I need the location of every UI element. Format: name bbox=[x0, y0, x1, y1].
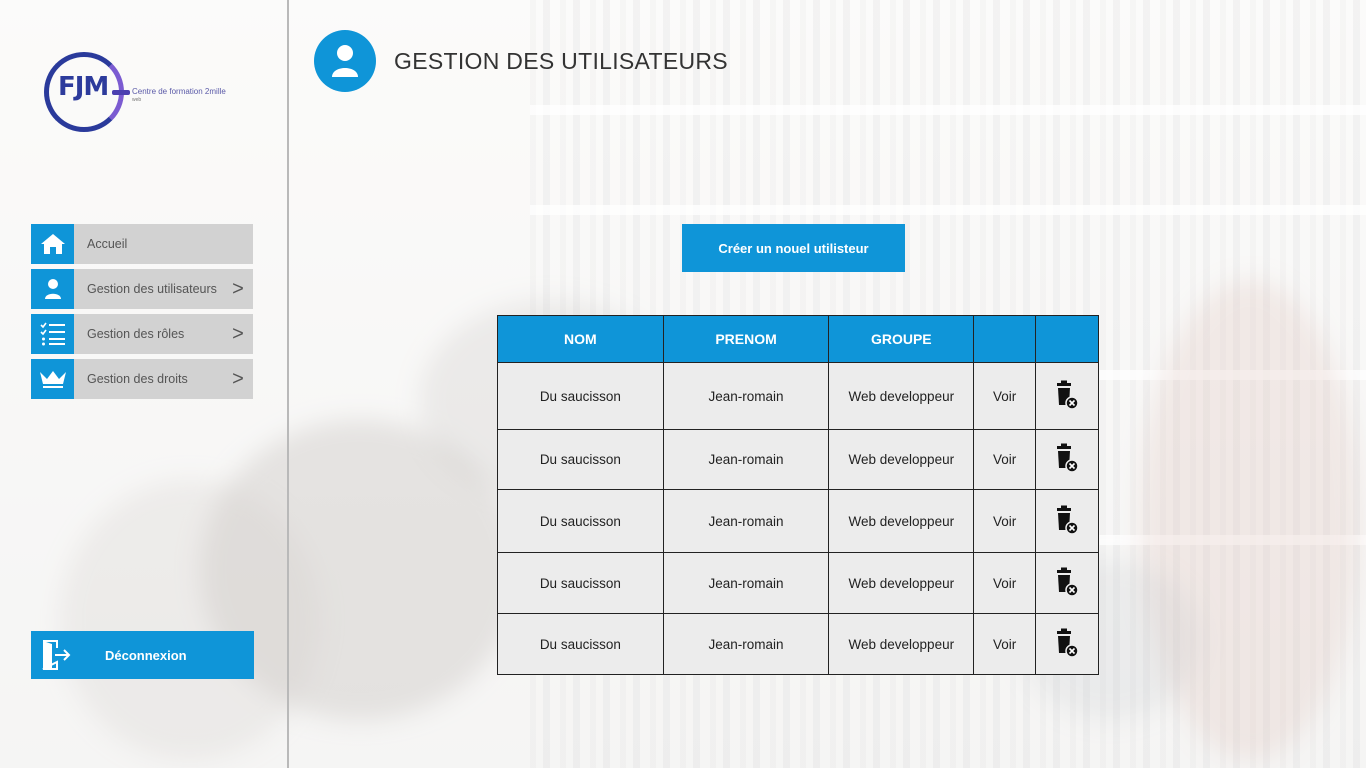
cell-groupe: Web developpeur bbox=[828, 362, 975, 430]
sidebar-item-label: Gestion des rôles bbox=[87, 327, 185, 341]
trash-delete-icon[interactable] bbox=[1054, 380, 1080, 413]
column-header-delete bbox=[1035, 315, 1099, 363]
sidebar-item-accueil[interactable]: Accueil bbox=[31, 224, 253, 264]
sidebar-item-label: Gestion des droits bbox=[87, 372, 188, 386]
trash-delete-icon[interactable] bbox=[1054, 443, 1080, 476]
logo-letters: FJM bbox=[58, 72, 109, 102]
cell-prenom: Jean-romain bbox=[662, 552, 830, 614]
sidebar-nav: Accueil Gestion des utilisateurs > Gesti… bbox=[31, 224, 253, 404]
chevron-right-icon: > bbox=[232, 322, 244, 345]
table-header-row: NOM PRENOM GROUPE bbox=[497, 315, 1099, 363]
cell-groupe: Web developpeur bbox=[828, 552, 975, 614]
delete-cell bbox=[1035, 552, 1099, 614]
logo-sub: web bbox=[132, 97, 142, 103]
view-link[interactable]: Voir bbox=[973, 489, 1037, 553]
delete-cell bbox=[1035, 362, 1099, 430]
table-row: Du saucisson Jean-romain Web developpeur Vo… bbox=[497, 552, 1099, 614]
view-link[interactable]: Voir bbox=[973, 552, 1037, 614]
sidebar-item-label: Accueil bbox=[87, 237, 128, 251]
logo-tagline: Centre de formation 2mille bbox=[132, 87, 226, 96]
sidebar-item-utilisateurs[interactable]: Gestion des utilisateurs > bbox=[31, 269, 253, 309]
page-title: GESTION DES UTILISATEURS bbox=[394, 48, 728, 74]
logout-label: Déconnexion bbox=[105, 647, 187, 663]
trash-delete-icon[interactable] bbox=[1054, 505, 1080, 538]
cell-prenom: Jean-romain bbox=[662, 429, 830, 490]
table-row: Du saucisson Jean-romain Web developpeur Vo… bbox=[497, 613, 1099, 675]
create-user-button[interactable]: Créer un nouel utilisteur bbox=[682, 224, 905, 272]
column-header-groupe: GROUPE bbox=[828, 315, 975, 363]
sidebar-item-label: Gestion des utilisateurs bbox=[87, 282, 217, 296]
user-icon bbox=[314, 30, 376, 92]
cell-nom: Du saucisson bbox=[497, 429, 664, 490]
delete-cell bbox=[1035, 489, 1099, 553]
cell-groupe: Web developpeur bbox=[828, 489, 975, 553]
delete-cell bbox=[1035, 429, 1099, 490]
cell-nom: Du saucisson bbox=[497, 613, 664, 675]
view-link[interactable]: Voir bbox=[973, 362, 1037, 430]
cell-nom: Du saucisson bbox=[497, 362, 664, 430]
table-row: Du saucisson Jean-romain Web developpeur Vo… bbox=[497, 429, 1099, 490]
cell-nom: Du saucisson bbox=[497, 552, 664, 614]
cell-groupe: Web developpeur bbox=[828, 613, 975, 675]
delete-cell bbox=[1035, 613, 1099, 675]
trash-delete-icon[interactable] bbox=[1054, 567, 1080, 600]
table-row: Du saucisson Jean-romain Web developpeur Vo… bbox=[497, 489, 1099, 553]
table-row: Du saucisson Jean-romain Web developpeur Vo… bbox=[497, 362, 1099, 430]
chevron-right-icon: > bbox=[232, 277, 244, 300]
column-header-nom: NOM bbox=[497, 315, 664, 363]
chevron-right-icon: > bbox=[232, 367, 244, 390]
sidebar-divider bbox=[287, 0, 289, 768]
column-header-prenom: PRENOM bbox=[662, 315, 830, 363]
logout-button[interactable]: Déconnexion bbox=[31, 631, 254, 679]
checklist-icon bbox=[31, 314, 74, 354]
logo: FJM Centre de formation 2mille web bbox=[42, 50, 242, 136]
column-header-voir bbox=[973, 315, 1037, 363]
crown-icon bbox=[31, 359, 74, 399]
view-link[interactable]: Voir bbox=[973, 613, 1037, 675]
home-icon bbox=[31, 224, 74, 264]
cell-prenom: Jean-romain bbox=[662, 362, 830, 430]
trash-delete-icon[interactable] bbox=[1054, 628, 1080, 661]
cell-prenom: Jean-romain bbox=[662, 613, 830, 675]
cell-nom: Du saucisson bbox=[497, 489, 664, 553]
user-icon bbox=[31, 269, 74, 309]
cell-groupe: Web developpeur bbox=[828, 429, 975, 490]
sidebar-item-roles[interactable]: Gestion des rôles > bbox=[31, 314, 253, 354]
logout-door-icon bbox=[31, 640, 83, 670]
view-link[interactable]: Voir bbox=[973, 429, 1037, 490]
users-table: NOM PRENOM GROUPE Du saucisson Jean-romai… bbox=[497, 315, 1099, 675]
sidebar-item-droits[interactable]: Gestion des droits > bbox=[31, 359, 253, 399]
cell-prenom: Jean-romain bbox=[662, 489, 830, 553]
